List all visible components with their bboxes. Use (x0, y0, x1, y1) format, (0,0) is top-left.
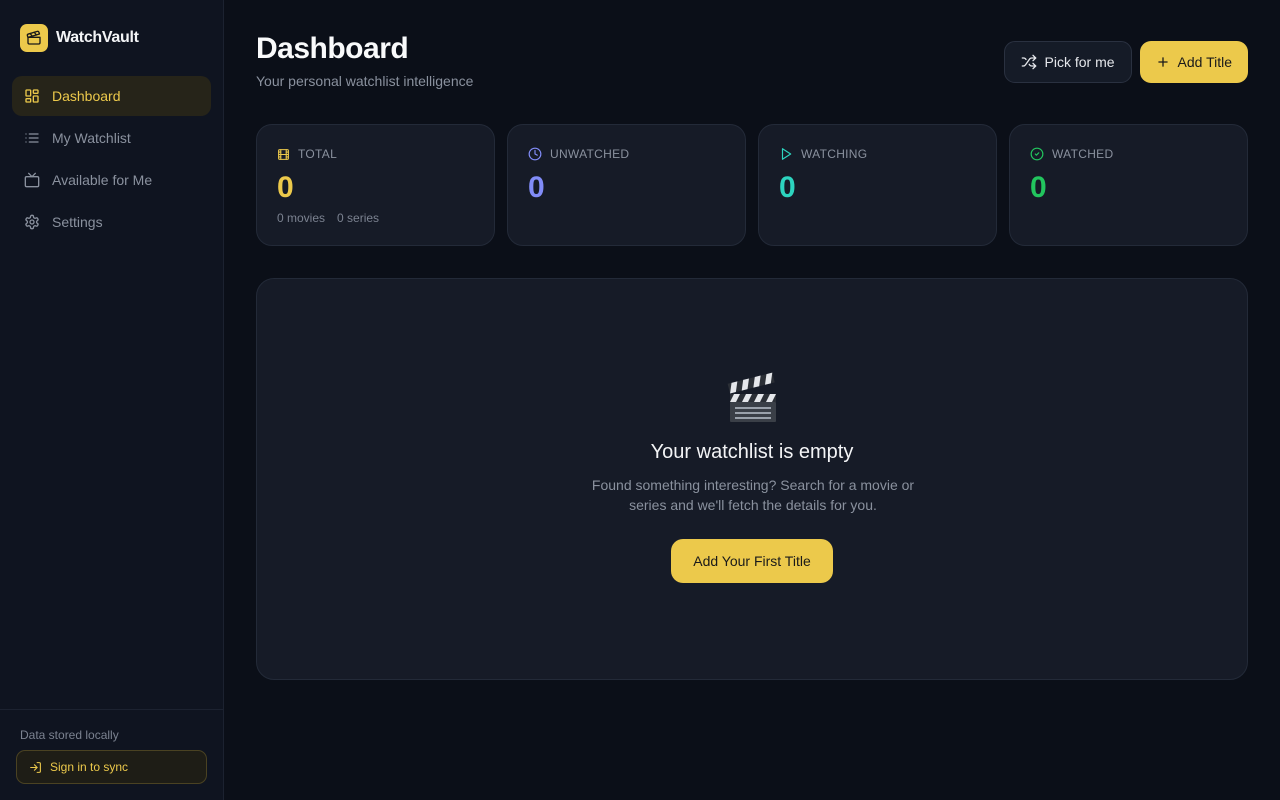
film-icon (277, 148, 290, 161)
movies-count: 0 movies (277, 211, 326, 225)
empty-state-description: Found something interesting? Search for … (591, 477, 915, 513)
check-circle-icon (1030, 147, 1044, 161)
stat-card-total: TOTAL 0 0 movies 0 series (256, 124, 495, 246)
plus-icon (1156, 55, 1170, 69)
sidebar-item-label: Settings (52, 214, 103, 230)
stat-value: 0 (277, 171, 294, 204)
stat-card-unwatched: UNWATCHED 0 (507, 124, 746, 246)
play-icon (779, 147, 793, 161)
empty-state-panel: Your watchlist is empty Found something … (256, 278, 1248, 680)
page-title: Dashboard (256, 32, 409, 65)
pick-for-me-label: Pick for me (1044, 54, 1115, 70)
brand-name: WatchVault (56, 29, 139, 46)
add-first-title-button[interactable]: Add Your First Title (671, 539, 833, 583)
stats-row: TOTAL 0 0 movies 0 series UNWATCHED 0 WA… (256, 124, 1248, 246)
sidebar-nav: Dashboard My Watchlist Available for Me (12, 76, 211, 244)
sidebar-item-dashboard[interactable]: Dashboard (12, 76, 211, 116)
sign-in-sync-button[interactable]: Sign in to sync (16, 750, 207, 784)
sidebar: WatchVault Dashboard My Watchlist Availa… (0, 0, 224, 800)
empty-state-title: Your watchlist is empty (650, 441, 854, 463)
sign-in-icon (29, 761, 42, 774)
stat-value: 0 (779, 171, 796, 204)
pick-for-me-button[interactable]: Pick for me (1003, 41, 1132, 83)
stat-value: 0 (528, 171, 545, 204)
stat-label: UNWATCHED (550, 147, 630, 161)
stat-label: WATCHING (801, 147, 868, 161)
clapper-emoji-icon (257, 369, 1247, 430)
sidebar-item-settings[interactable]: Settings (12, 202, 211, 242)
brand[interactable]: WatchVault (20, 24, 139, 52)
stat-card-watching: WATCHING 0 (758, 124, 997, 246)
shuffle-icon (1021, 54, 1037, 70)
clapperboard-icon (20, 24, 48, 52)
add-title-button[interactable]: Add Title (1139, 41, 1248, 83)
stat-label: WATCHED (1052, 147, 1114, 161)
stat-value: 0 (1030, 171, 1047, 204)
tv-icon (24, 172, 40, 188)
page-subtitle: Your personal watchlist intelligence (256, 73, 474, 89)
sidebar-item-label: My Watchlist (52, 130, 131, 146)
list-icon (24, 130, 40, 146)
stat-breakdown: 0 movies 0 series (277, 211, 379, 225)
sidebar-item-label: Available for Me (52, 172, 153, 188)
series-count: 0 series (337, 211, 380, 225)
sidebar-item-my-watchlist[interactable]: My Watchlist (12, 118, 211, 158)
stat-card-watched: WATCHED 0 (1009, 124, 1248, 246)
sidebar-item-label: Dashboard (52, 88, 121, 104)
sidebar-item-available-for-me[interactable]: Available for Me (12, 160, 211, 200)
sidebar-footer: Data stored locally Sign in to sync (0, 709, 223, 800)
storage-note: Data stored locally (20, 728, 119, 742)
gear-icon (24, 214, 40, 230)
add-title-label: Add Title (1177, 54, 1232, 70)
dashboard-grid-icon (24, 88, 40, 104)
clock-icon (528, 147, 542, 161)
sync-label: Sign in to sync (50, 760, 129, 774)
stat-label: TOTAL (298, 147, 338, 161)
header-actions: Pick for me Add Title (1003, 41, 1248, 83)
